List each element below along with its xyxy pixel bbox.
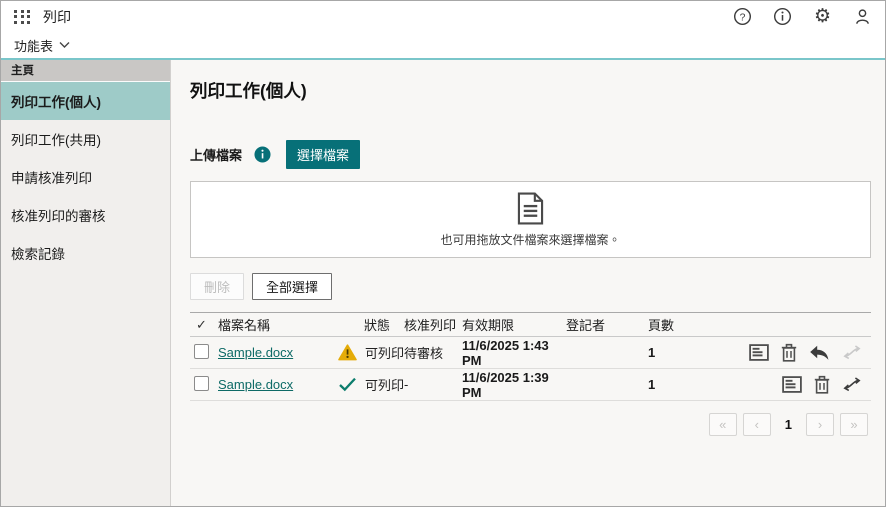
table-row: Sample.docx 可列印 待審核 11/6/2025 1:43 PM 1	[190, 337, 871, 369]
transfer-icon	[842, 345, 862, 360]
sidebar-item-review-approvals[interactable]: 核准列印的審核	[1, 196, 170, 234]
menu-dropdown[interactable]: 功能表	[14, 36, 70, 55]
menu-label: 功能表	[14, 36, 53, 55]
next-page-button[interactable]: ›	[806, 413, 834, 436]
table-header: ✓ 檔案名稱 狀態 核准列印 有效期限 登記者 頁數	[190, 312, 871, 337]
top-bar: 列印 ? ⚙	[1, 1, 885, 32]
select-all-button[interactable]: 全部選擇	[252, 273, 332, 300]
row-checkbox[interactable]	[194, 376, 209, 391]
expiry-text: 11/6/2025 1:39 PM	[462, 370, 566, 400]
note-icon[interactable]	[782, 376, 802, 393]
column-status: 狀態	[338, 315, 404, 334]
document-icon	[517, 192, 544, 225]
page-title: 列印工作(個人)	[190, 78, 871, 103]
choose-file-button[interactable]: 選擇檔案	[286, 140, 360, 169]
sidebar-item-search-logs[interactable]: 檢索記錄	[1, 234, 170, 272]
expiry-text: 11/6/2025 1:43 PM	[462, 338, 566, 368]
file-name-link[interactable]: Sample.docx	[218, 345, 293, 360]
column-file-name: 檔案名稱	[218, 315, 338, 334]
trash-icon[interactable]	[814, 375, 830, 394]
current-page-number: 1	[785, 417, 792, 432]
prev-page-button[interactable]: ‹	[743, 413, 771, 436]
topbar-actions: ? ⚙	[733, 7, 872, 26]
sidebar-item-print-jobs-shared[interactable]: 列印工作(共用)	[1, 120, 170, 158]
undo-icon[interactable]	[809, 345, 830, 361]
list-toolbar: 刪除 全部選擇	[190, 273, 871, 300]
table-row: Sample.docx 可列印 - 11/6/2025 1:39 PM 1	[190, 369, 871, 401]
help-icon[interactable]: ?	[733, 7, 752, 26]
file-dropzone[interactable]: 也可用拖放文件檔案來選擇檔案。	[190, 181, 871, 258]
pages-text: 1	[648, 345, 688, 360]
trash-icon[interactable]	[781, 343, 797, 362]
check-icon	[338, 377, 357, 392]
info-circle-icon[interactable]	[254, 146, 271, 163]
transfer-icon[interactable]	[842, 377, 862, 392]
grid-menu-icon[interactable]	[14, 10, 31, 24]
warning-icon	[338, 344, 357, 361]
column-expiry: 有效期限	[462, 315, 566, 334]
note-icon[interactable]	[749, 344, 769, 361]
upload-row: 上傳檔案 選擇檔案	[190, 140, 871, 169]
row-checkbox[interactable]	[194, 344, 209, 359]
sidebar-section-home: 主頁	[1, 60, 170, 82]
app-window: 列印 ? ⚙ 功能表 主頁 列印工作(個人) 列印工作(共用) 申請核准列印	[0, 0, 886, 507]
status-text: 可列印	[365, 343, 404, 362]
menu-bar: 功能表	[1, 32, 885, 58]
column-approval: 核准列印	[404, 315, 462, 334]
gear-icon[interactable]: ⚙	[813, 7, 832, 26]
file-name-link[interactable]: Sample.docx	[218, 377, 293, 392]
info-icon[interactable]	[773, 7, 792, 26]
approval-text: 待審核	[404, 343, 462, 362]
dropzone-hint-text: 也可用拖放文件檔案來選擇檔案。	[440, 231, 620, 248]
column-pages: 頁數	[648, 315, 688, 334]
user-icon[interactable]	[853, 7, 872, 26]
svg-text:?: ?	[740, 12, 746, 23]
main-content: 列印工作(個人) 上傳檔案 選擇檔案 也可用拖放文件檔案來選擇檔案。	[171, 60, 885, 507]
first-page-button[interactable]: «	[709, 413, 737, 436]
pagination: « ‹ 1 › »	[190, 413, 871, 436]
column-registrant: 登記者	[566, 315, 648, 334]
sidebar: 主頁 列印工作(個人) 列印工作(共用) 申請核准列印 核准列印的審核 檢索記錄	[1, 60, 171, 507]
chevron-down-icon	[59, 41, 70, 49]
status-text: 可列印	[365, 375, 404, 394]
sidebar-item-request-approval[interactable]: 申請核准列印	[1, 158, 170, 196]
column-select: ✓	[190, 317, 218, 333]
app-title: 列印	[43, 7, 71, 27]
approval-text: -	[404, 377, 462, 392]
delete-button[interactable]: 刪除	[190, 273, 244, 300]
last-page-button[interactable]: »	[840, 413, 868, 436]
sidebar-item-print-jobs-personal[interactable]: 列印工作(個人)	[1, 82, 170, 120]
pages-text: 1	[648, 377, 688, 392]
upload-label: 上傳檔案	[190, 145, 242, 164]
